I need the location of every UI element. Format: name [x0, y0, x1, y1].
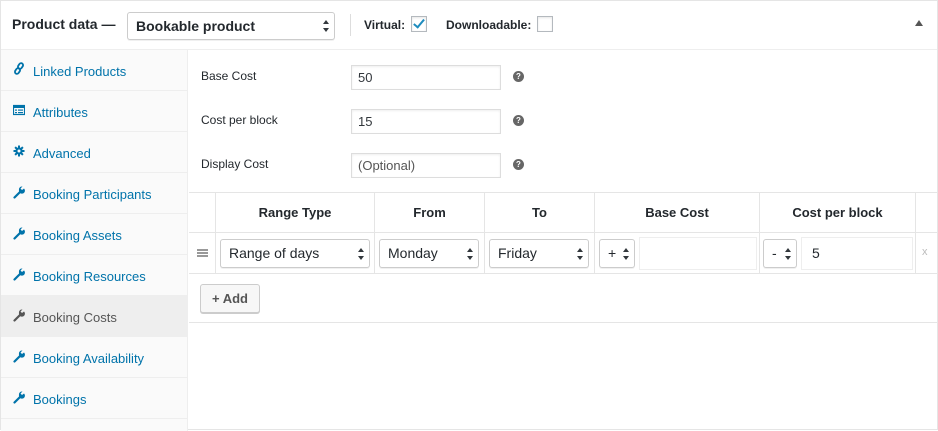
tab-booking-participants[interactable]: Booking Participants — [1, 173, 188, 214]
block-cost-modifier-value: - — [772, 245, 777, 261]
tab-booking-costs[interactable]: Booking Costs — [1, 296, 188, 337]
table-row: Range of days Monday Friday + - 5 x — [189, 233, 937, 274]
tab-label: Linked Products — [33, 64, 127, 79]
list-icon — [13, 104, 25, 116]
gear-icon — [13, 145, 25, 157]
wrench-icon — [13, 391, 25, 404]
checkmark-icon — [413, 16, 425, 29]
cell-divider — [374, 233, 375, 274]
tab-label: Advanced — [33, 146, 91, 161]
product-data-panel: Product data — Bookable product Virtual:… — [0, 0, 938, 431]
cost-per-block-label: Cost per block — [201, 113, 278, 127]
help-icon[interactable]: ? — [513, 159, 524, 170]
range-type-value: Range of days — [229, 245, 320, 261]
cell-divider — [915, 233, 916, 274]
tab-label: Booking Resources — [33, 269, 146, 284]
add-range-button[interactable]: + Add — [200, 284, 260, 313]
display-cost-input[interactable]: (Optional) — [351, 153, 501, 178]
downloadable-label: Downloadable: — [446, 18, 532, 32]
block-cost-modifier-select[interactable]: - — [763, 239, 797, 268]
product-data-tabs: Linked Products Attributes Advanced Book… — [1, 50, 188, 431]
tab-attributes[interactable]: Attributes — [1, 91, 188, 132]
select-arrows-icon — [577, 247, 584, 260]
from-select[interactable]: Monday — [379, 239, 479, 268]
th-base-cost: Base Cost — [594, 193, 759, 233]
tab-booking-assets[interactable]: Booking Assets — [1, 214, 188, 255]
remove-column-header — [915, 193, 937, 233]
from-value: Monday — [388, 245, 438, 261]
downloadable-checkbox[interactable] — [537, 16, 553, 32]
panel-title: Product data — — [12, 16, 116, 32]
base-cost-input[interactable]: 50 — [351, 65, 501, 90]
base-cost-modifier-value: + — [608, 245, 617, 261]
cell-divider — [215, 233, 216, 274]
th-cost-per-block: Cost per block — [759, 193, 915, 233]
base-cost-range-input[interactable] — [639, 237, 757, 270]
cost-per-block-input[interactable]: 15 — [351, 109, 501, 134]
cell-divider — [594, 233, 595, 274]
range-type-select[interactable]: Range of days — [220, 239, 370, 268]
wrench-icon — [13, 309, 25, 322]
virtual-checkbox[interactable] — [411, 16, 427, 32]
cell-divider — [484, 233, 485, 274]
select-arrows-icon — [785, 247, 792, 260]
to-value: Friday — [498, 245, 537, 261]
tab-advanced[interactable]: Advanced — [1, 132, 188, 173]
link-icon — [14, 62, 24, 75]
th-to: To — [484, 193, 594, 233]
select-arrows-icon — [467, 247, 474, 260]
tab-label: Booking Costs — [33, 310, 117, 325]
help-icon[interactable]: ? — [513, 115, 524, 126]
product-type-select[interactable]: Bookable product — [127, 12, 335, 40]
tab-label: Booking Availability — [33, 351, 145, 366]
cell-divider — [759, 233, 760, 274]
select-arrows-icon — [358, 247, 365, 260]
wrench-icon — [13, 350, 25, 363]
tab-label: Attributes — [33, 105, 88, 120]
tab-booking-resources[interactable]: Booking Resources — [1, 255, 188, 296]
tab-label: Booking Assets — [33, 228, 122, 243]
wrench-icon — [13, 227, 25, 240]
base-cost-modifier-select[interactable]: + — [599, 239, 635, 268]
select-arrows-icon — [623, 247, 630, 260]
tab-booking-availability[interactable]: Booking Availability — [1, 337, 188, 378]
tab-bookings[interactable]: Bookings — [1, 378, 188, 419]
tab-label: Bookings — [33, 392, 87, 407]
tab-label: Booking Participants — [33, 187, 152, 202]
display-cost-label: Display Cost — [201, 157, 269, 171]
th-from: From — [374, 193, 484, 233]
remove-row-icon[interactable]: x — [922, 246, 928, 258]
select-arrows-icon — [323, 20, 330, 32]
cost-ranges-table: Range Type From To Base Cost Cost per bl… — [189, 192, 937, 323]
th-range-type: Range Type — [215, 193, 374, 233]
virtual-label: Virtual: — [364, 18, 406, 32]
base-cost-label: Base Cost — [201, 69, 257, 83]
product-type-value: Bookable product — [136, 18, 256, 34]
wrench-icon — [13, 186, 25, 199]
to-select[interactable]: Friday — [489, 239, 589, 268]
drag-column-header — [189, 193, 215, 233]
wrench-icon — [13, 268, 25, 281]
drag-handle-icon[interactable] — [197, 249, 208, 257]
triangle-up-icon[interactable] — [915, 20, 923, 26]
block-cost-range-input[interactable]: 5 — [801, 237, 913, 270]
help-icon[interactable]: ? — [513, 71, 524, 82]
tab-linked-products[interactable]: Linked Products — [1, 50, 188, 91]
panel-header: Product data — Bookable product Virtual:… — [1, 1, 937, 50]
table-header-row: Range Type From To Base Cost Cost per bl… — [189, 193, 937, 233]
header-divider — [350, 14, 351, 36]
